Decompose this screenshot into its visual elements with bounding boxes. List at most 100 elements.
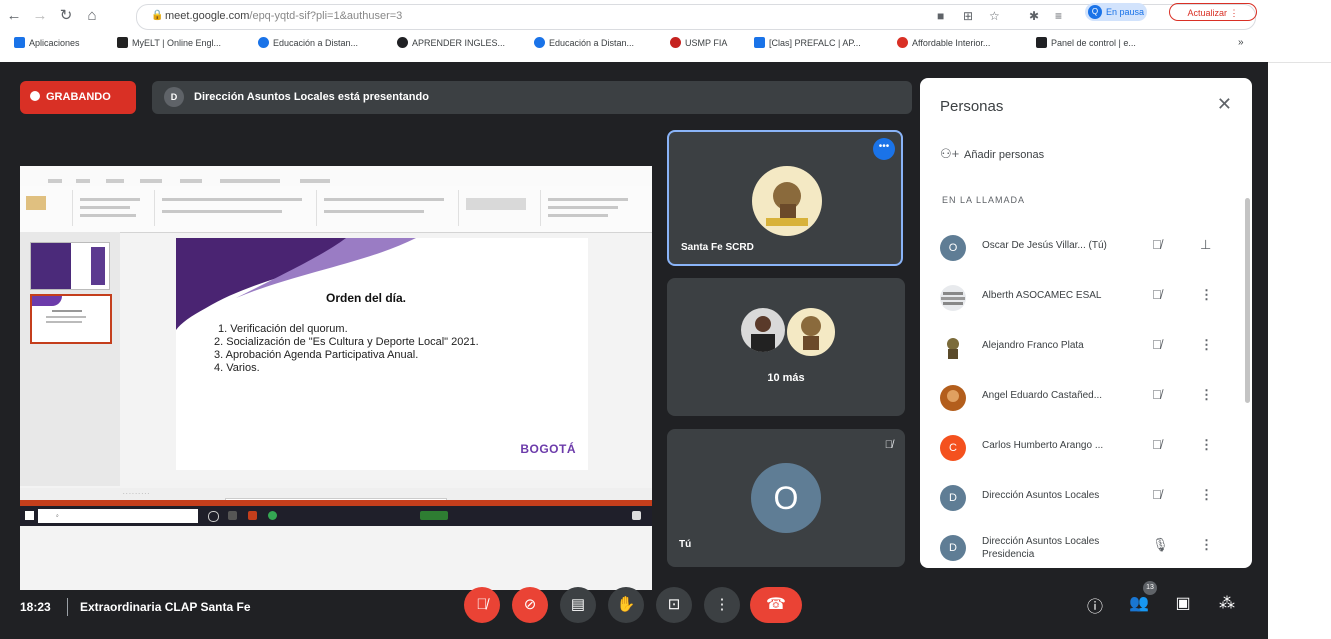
- more-options-icon[interactable]: ⋮: [1200, 437, 1213, 453]
- more-options-icon[interactable]: ⋮: [1200, 337, 1213, 353]
- bookmark-myelt[interactable]: MyELT | Online Engl...: [117, 37, 221, 48]
- participant-row[interactable]: Alejandro Franco Plata 🎙̸ ⋮: [920, 323, 1252, 373]
- activities-button[interactable]: ⁂: [1216, 593, 1238, 613]
- tile-others[interactable]: 10 más: [667, 278, 905, 416]
- more-options-icon[interactable]: ⋮: [1200, 537, 1213, 553]
- more-options-icon[interactable]: ⋮: [1200, 387, 1213, 403]
- section-header: EN LA LLAMADA: [942, 195, 1026, 205]
- participant-row[interactable]: Alberth ASOCAMEC ESAL 🎙̸ ⋮: [920, 273, 1252, 323]
- mic-toggle-button[interactable]: 🎙̸: [464, 587, 500, 623]
- participant-name: Oscar De Jesús Villar... (Tú): [982, 240, 1107, 251]
- profile-chip[interactable]: Q En pausa: [1085, 3, 1147, 21]
- mic-off-icon: 🎙̸: [1152, 487, 1162, 502]
- santa-fe-avatar: [752, 166, 822, 236]
- add-people-button[interactable]: ⚇+ Añadir personas: [940, 146, 1044, 162]
- meeting-details-button[interactable]: ⓘ: [1084, 593, 1106, 617]
- aprender-icon: [397, 37, 408, 48]
- ribbon-group: [318, 190, 459, 226]
- ppt-tab: [48, 179, 62, 183]
- slide-agenda-list: 1. Verificación del quorum. 2. Socializa…: [214, 323, 514, 375]
- raise-hand-button[interactable]: ✋: [608, 587, 644, 623]
- ppt-tab: [180, 179, 202, 183]
- tile-santa-fe[interactable]: ••• Santa Fe SCRD: [667, 130, 903, 266]
- tile-self[interactable]: 🎙̸ O Tú: [667, 429, 905, 567]
- bookmark-aprender[interactable]: APRENDER INGLES...: [397, 37, 505, 48]
- more-options-button[interactable]: ⋮: [704, 587, 740, 623]
- mic-off-icon: 🎙̸: [1152, 287, 1162, 302]
- recording-indicator[interactable]: GRABANDO: [20, 81, 136, 114]
- star-icon[interactable]: ☆: [989, 9, 1000, 23]
- participant-avatar: D: [940, 485, 966, 511]
- powerpoint-taskbar-icon[interactable]: [248, 511, 257, 520]
- panel-icon: [1036, 37, 1047, 48]
- cortana-icon[interactable]: [208, 511, 219, 522]
- taskbar-search[interactable]: ⌕: [38, 509, 198, 523]
- lock-icon: 🔒: [151, 10, 164, 21]
- ribbon-group: [156, 190, 317, 226]
- apps-icon: [14, 37, 25, 48]
- participant-avatar: [940, 335, 966, 361]
- slide-canvas: Orden del día. 1. Verificación del quoru…: [176, 238, 588, 470]
- more-options-icon[interactable]: ⋮: [1200, 287, 1213, 303]
- translate-icon[interactable]: ⊞: [963, 9, 973, 23]
- camera-toggle-button[interactable]: ⊘: [512, 587, 548, 623]
- participant-row[interactable]: D Dirección Asuntos Locales Presidencia …: [920, 523, 1252, 568]
- participant-row[interactable]: O Oscar De Jesús Villar... (Tú) 🎙̸ ⊥: [920, 223, 1252, 273]
- ppt-tab: [76, 179, 90, 183]
- ribbon-group: [460, 190, 541, 226]
- agenda-item: 4. Varios.: [214, 362, 260, 374]
- bookmark-educacion-2[interactable]: Educación a Distan...: [534, 37, 634, 48]
- pin-icon[interactable]: ⊥: [1200, 237, 1211, 253]
- update-button[interactable]: Actualizar ⋮: [1169, 3, 1257, 21]
- leave-call-button[interactable]: ☎: [750, 587, 802, 623]
- people-button[interactable]: 👥: [1128, 593, 1150, 613]
- back-icon[interactable]: ←: [4, 6, 24, 26]
- bookmark-affordable[interactable]: Affordable Interior...: [897, 37, 990, 48]
- camera-icon[interactable]: ■: [937, 9, 944, 23]
- bookmark-educacion-1[interactable]: Educación a Distan...: [258, 37, 358, 48]
- present-button[interactable]: ⊡: [656, 587, 692, 623]
- reading-list-icon[interactable]: ≡: [1055, 9, 1062, 23]
- record-dot-icon: [30, 91, 40, 101]
- reload-icon[interactable]: ↻: [56, 6, 76, 26]
- participant-avatar: [940, 285, 966, 311]
- participant-avatar: [741, 308, 785, 352]
- windows-taskbar: ⌕: [20, 506, 652, 526]
- close-icon[interactable]: ✕: [1217, 94, 1232, 115]
- forward-icon[interactable]: →: [30, 6, 50, 26]
- chrome-taskbar-icon[interactable]: [268, 511, 277, 520]
- notifications-icon[interactable]: [632, 511, 641, 520]
- extension-icon[interactable]: ✱: [1029, 9, 1039, 23]
- chat-button[interactable]: ▣: [1172, 593, 1194, 613]
- bookmarks-overflow-icon[interactable]: »: [1238, 37, 1244, 48]
- task-view-icon[interactable]: [228, 511, 237, 520]
- bookmark-usmp[interactable]: USMP FIA: [670, 37, 727, 48]
- home-icon[interactable]: ⌂: [82, 6, 102, 26]
- self-avatar: O: [751, 463, 821, 533]
- bookmark-apps[interactable]: Aplicaciones: [14, 37, 80, 48]
- more-participants-label: 10 más: [767, 372, 805, 384]
- captions-button[interactable]: ▤: [560, 587, 596, 623]
- tile-options-icon[interactable]: •••: [873, 138, 895, 160]
- tile-name: Santa Fe SCRD: [681, 242, 754, 253]
- presenting-banner: D Dirección Asuntos Locales está presenta…: [152, 81, 912, 114]
- slide-thumbnail[interactable]: [30, 242, 110, 290]
- participant-row[interactable]: Angel Eduardo Castañed... 🎙̸ ⋮: [920, 373, 1252, 423]
- participant-name: Dirección Asuntos Locales: [982, 490, 1100, 501]
- url-text[interactable]: meet.google.com/epq-yqtd-sif?pli=1&authu…: [165, 10, 402, 22]
- ppt-ribbon: [20, 186, 652, 233]
- participant-avatar: C: [940, 435, 966, 461]
- participant-name: Angel Eduardo Castañed...: [982, 390, 1103, 401]
- participant-row[interactable]: C Carlos Humberto Arango ... 🎙̸ ⋮: [920, 423, 1252, 473]
- mic-off-icon: 🎙̸: [1152, 337, 1162, 352]
- panel-scrollbar[interactable]: [1245, 198, 1250, 403]
- people-panel: Personas ✕ ⚇+ Añadir personas EN LA LLAMA…: [920, 78, 1252, 568]
- participant-row[interactable]: D Dirección Asuntos Locales 🎙̸ ⋮: [920, 473, 1252, 523]
- bookmark-prefalc[interactable]: [Clas] PREFALC | AP...: [754, 37, 861, 48]
- profile-avatar: Q: [1088, 5, 1102, 19]
- windows-start-icon[interactable]: [25, 511, 34, 520]
- shared-screen: Orden del día. 1. Verificación del quoru…: [20, 166, 652, 590]
- slide-thumbnail-selected[interactable]: [30, 294, 112, 344]
- bookmark-panel[interactable]: Panel de control | e...: [1036, 37, 1136, 48]
- more-options-icon[interactable]: ⋮: [1200, 487, 1213, 503]
